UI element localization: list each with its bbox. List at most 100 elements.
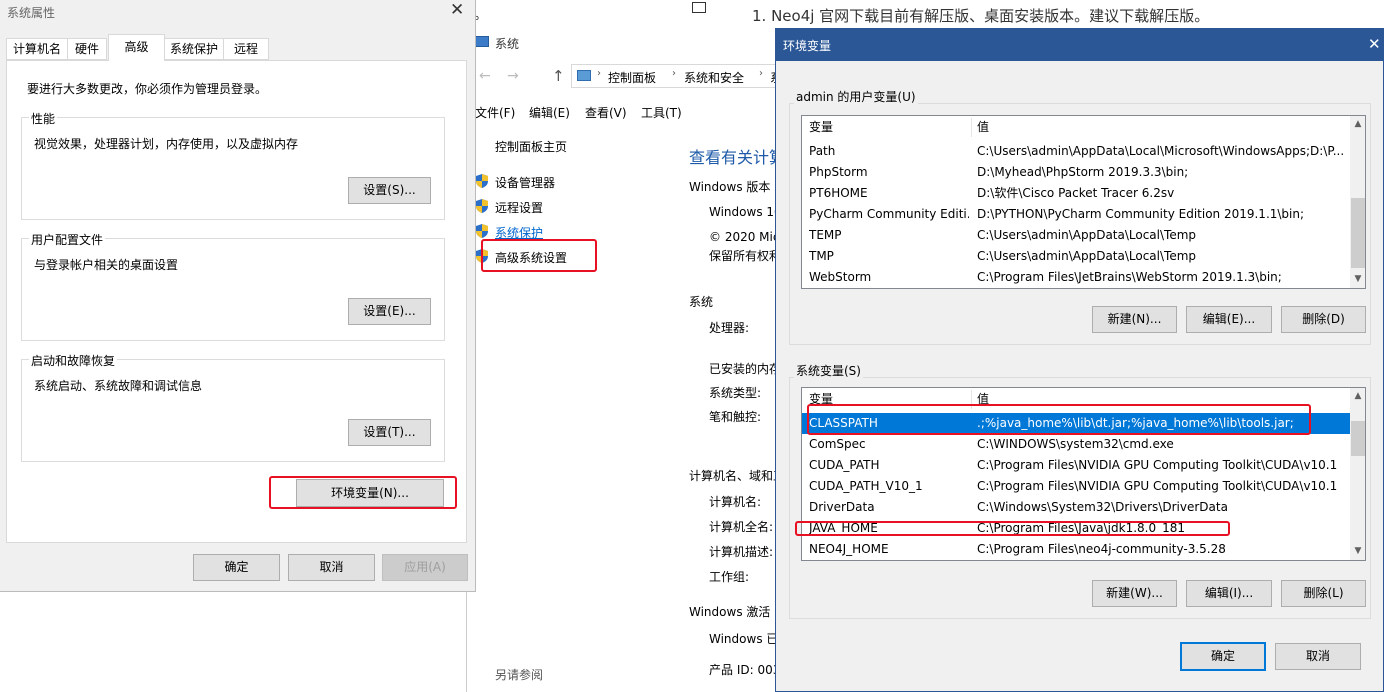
close-icon[interactable]: ✕	[450, 0, 464, 20]
table-row[interactable]: WebStorm C:\Program Files\JetBrains\WebSt…	[802, 267, 1350, 288]
user-vars-header: 变量 值	[802, 116, 1350, 139]
col-divider	[971, 118, 972, 137]
table-row[interactable]: TMP C:\Users\admin\AppData\Local\Temp	[802, 246, 1350, 267]
label-computer-section: 计算机名、域和工	[689, 469, 786, 483]
doc-line1: 1. Neo4j 官网下载目前有解压版、桌面安装版本。建议下载解压版。	[752, 7, 1210, 25]
user-vars-title: admin 的用户变量(U)	[794, 88, 918, 105]
cancel-button[interactable]: 取消	[288, 554, 375, 581]
shield-icon	[475, 223, 489, 239]
variable-name: Path	[809, 144, 836, 158]
table-row[interactable]: PT6HOME D:\软件\Cisco Packet Tracer 6.2sv	[802, 183, 1350, 204]
variable-name: TMP	[809, 249, 834, 263]
sidebar-remote-settings[interactable]: 远程设置	[495, 199, 543, 216]
variable-value: C:\Program Files\NVIDIA GPU Computing To…	[977, 458, 1338, 472]
menu-edit[interactable]: 编辑(E)	[529, 104, 570, 121]
system-delete-button[interactable]: 删除(L)	[1281, 580, 1366, 607]
profile-settings-button[interactable]: 设置(E)...	[348, 298, 431, 325]
tab-label: 计算机名	[12, 42, 61, 56]
tab-hardware[interactable]: 硬件	[67, 38, 107, 60]
user-vars-scrollbar[interactable]: ▲ ▼	[1350, 116, 1365, 288]
table-row[interactable]: TEMP C:\Users\admin\AppData\Local\Temp	[802, 225, 1350, 246]
scroll-up-icon[interactable]: ▲	[1350, 116, 1365, 133]
tab-advanced[interactable]: 高级	[108, 34, 165, 61]
menu-view[interactable]: 查看(V)	[585, 104, 627, 121]
startup-settings-button[interactable]: 设置(T)...	[348, 419, 431, 446]
label-computer-name: 计算机名:	[709, 495, 762, 509]
label-system-type: 系统类型:	[709, 386, 762, 400]
variable-value: D:\PYTHON\PyCharm Community Edition 2019…	[977, 207, 1305, 221]
highlight-advanced-settings	[481, 239, 597, 272]
system-window: 系统 ← → ↑ › 控制面板 › 系统和安全 › 系 文件(F) 编辑(E) …	[466, 28, 787, 692]
shield-icon	[475, 198, 489, 214]
table-row[interactable]: DriverData C:\Windows\System32\Drivers\Dr…	[802, 497, 1350, 518]
performance-settings-button[interactable]: 设置(S)...	[348, 177, 431, 204]
scroll-thumb[interactable]	[1351, 198, 1365, 268]
system-vars-scrollbar[interactable]: ▲ ▼	[1350, 388, 1365, 560]
sysprops-title: 系统属性	[7, 6, 56, 20]
user-delete-button[interactable]: 删除(D)	[1281, 306, 1366, 333]
forward-icon[interactable]: →	[507, 68, 519, 84]
variable-value: C:\Users\admin\AppData\Local\Microsoft\W…	[977, 144, 1345, 158]
variable-value: C:\WINDOWS\system32\cmd.exe	[977, 437, 1174, 451]
env-ok-button[interactable]: 确定	[1180, 642, 1266, 671]
table-row[interactable]: PhpStorm D:\Myhead\PhpStorm 2019.3.3\bin;	[802, 162, 1350, 183]
variable-value: D:\Myhead\PhpStorm 2019.3.3\bin;	[977, 165, 1189, 179]
variable-name: NEO4J_HOME	[809, 542, 889, 556]
table-row[interactable]: NEO4J_HOME C:\Program Files\neo4j-communi…	[802, 539, 1350, 560]
variable-value: C:\Program Files\NVIDIA GPU Computing To…	[977, 479, 1338, 493]
value-rights: 保留所有权利	[709, 249, 782, 263]
scroll-up-icon[interactable]: ▲	[1350, 388, 1365, 405]
env-close-icon[interactable]: ✕	[1368, 35, 1381, 53]
tab-computer-name[interactable]: 计算机名	[6, 38, 68, 60]
table-row[interactable]: CUDA_PATH_V10_1 C:\Program Files\NVIDIA G…	[802, 476, 1350, 497]
shield-icon	[475, 173, 489, 189]
highlight-java-home	[795, 521, 1230, 536]
variable-value: D:\软件\Cisco Packet Tracer 6.2sv	[977, 186, 1175, 200]
value-win10: Windows 10	[709, 205, 782, 219]
user-new-button[interactable]: 新建(N)...	[1092, 306, 1177, 333]
variable-name: PhpStorm	[809, 165, 868, 179]
user-edit-button[interactable]: 编辑(E)...	[1186, 306, 1272, 333]
col-value-header[interactable]: 值	[977, 116, 1337, 139]
system-heading: 查看有关计算	[689, 148, 786, 167]
address-bar[interactable]: › 控制面板 › 系统和安全 › 系	[571, 64, 787, 88]
variable-value: C:\Users\admin\AppData\Local\Temp	[977, 249, 1197, 263]
variable-name: WebStorm	[809, 270, 872, 284]
variable-name: PyCharm Community Editi...	[809, 207, 969, 221]
ok-button[interactable]: 确定	[193, 554, 280, 581]
tab-remote[interactable]: 远程	[223, 38, 269, 60]
system-window-title: 系统	[495, 37, 520, 51]
breadcrumb-security[interactable]: 系统和安全	[684, 69, 744, 86]
label-installed-memory: 已安装的内存	[709, 362, 782, 376]
scroll-down-icon[interactable]: ▼	[1350, 543, 1365, 560]
sidebar-device-manager[interactable]: 设备管理器	[495, 174, 555, 191]
up-icon[interactable]: ↑	[552, 67, 565, 85]
table-row[interactable]: Path C:\Users\admin\AppData\Local\Microso…	[802, 141, 1350, 162]
breadcrumb-control-panel[interactable]: 控制面板	[608, 69, 656, 86]
computer-icon	[577, 70, 591, 81]
env-cancel-button[interactable]: 取消	[1275, 643, 1361, 670]
system-edit-button[interactable]: 编辑(I)...	[1186, 580, 1272, 607]
back-icon[interactable]: ←	[479, 68, 491, 84]
system-properties-dialog: 系统属性 ✕ 计算机名 硬件 高级 系统保护 远程 要进行大多数更改，你必须作为…	[0, 0, 476, 592]
menu-tools[interactable]: 工具(T)	[641, 104, 682, 121]
variable-name: CUDA_PATH	[809, 458, 880, 472]
tab-system-protection[interactable]: 系统保护	[164, 38, 224, 60]
scroll-thumb[interactable]	[1351, 421, 1365, 456]
tab-label: 系统保护	[169, 42, 218, 56]
menu-file[interactable]: 文件(F)	[475, 104, 515, 121]
apply-button[interactable]: 应用(A)	[382, 554, 468, 581]
system-new-button[interactable]: 新建(W)...	[1092, 580, 1177, 607]
scroll-down-icon[interactable]: ▼	[1350, 271, 1365, 288]
variable-name: ComSpec	[809, 437, 866, 451]
table-row[interactable]: PyCharm Community Editi... D:\PYTHON\PyCh…	[802, 204, 1350, 225]
label-windows-activated: Windows 已	[709, 632, 779, 646]
sidebar-see-also: 另请参阅	[495, 668, 544, 682]
table-row[interactable]: ComSpec C:\WINDOWS\system32\cmd.exe	[802, 434, 1350, 455]
profile-desc: 与登录帐户相关的桌面设置	[34, 258, 179, 272]
user-vars-list[interactable]: 变量 值 Path C:\Users\admin\AppData\Local\Mi…	[801, 115, 1366, 289]
col-variable-header[interactable]: 变量	[809, 116, 959, 139]
env-title-bar: 环境变量 ✕	[776, 29, 1384, 61]
table-row[interactable]: CUDA_PATH C:\Program Files\NVIDIA GPU Com…	[802, 455, 1350, 476]
sidebar-home[interactable]: 控制面板主页	[495, 138, 567, 155]
